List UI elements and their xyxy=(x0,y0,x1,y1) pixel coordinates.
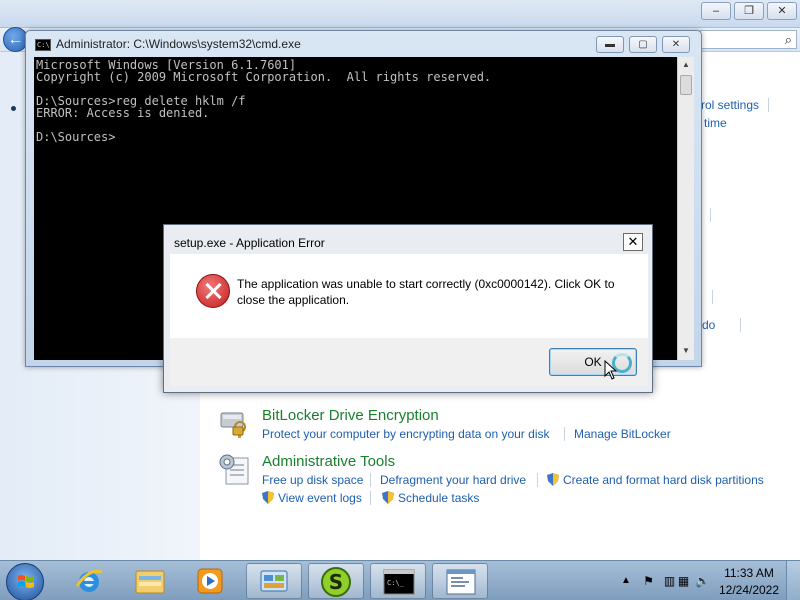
show-hidden-icons-button[interactable]: ▲ xyxy=(621,575,631,586)
peek-link-time[interactable]: time xyxy=(704,116,727,130)
media-player-icon xyxy=(197,568,223,594)
action-center-flag-icon[interactable]: ⚑ xyxy=(641,574,656,588)
svg-text:S: S xyxy=(329,570,343,594)
cmd-minimize-button[interactable]: ▬ xyxy=(596,36,624,53)
link-separator xyxy=(564,427,565,441)
dialog-body: The application was unable to start corr… xyxy=(170,254,648,338)
sidebar-bullet xyxy=(11,106,16,111)
cp-close-button[interactable]: ✕ xyxy=(767,2,797,20)
control-panel-titlebar: – ❐ ✕ xyxy=(0,0,800,28)
link-view-event-logs[interactable]: View event logs xyxy=(262,491,362,505)
cmd-maximize-button[interactable]: ▢ xyxy=(629,36,657,53)
error-message: The application was unable to start corr… xyxy=(237,277,615,307)
link-separator xyxy=(370,491,371,505)
application-error-dialog: setup.exe - Application Error ✕ The appl… xyxy=(163,224,653,393)
link-create-partitions-label: Create and format hard disk partitions xyxy=(563,473,764,487)
taskbar-cmd[interactable]: C:\_ xyxy=(370,563,426,599)
taskbar-app-s[interactable]: S xyxy=(308,563,364,599)
section-title-bitlocker[interactable]: BitLocker Drive Encryption xyxy=(262,407,439,424)
clock-date[interactable]: 12/24/2022 xyxy=(716,583,782,597)
link-create-partitions[interactable]: Create and format hard disk partitions xyxy=(547,473,764,487)
windows-logo-icon xyxy=(18,575,34,588)
cp-restore-button[interactable]: ❐ xyxy=(734,2,764,20)
link-separator xyxy=(740,318,741,332)
scroll-up-icon[interactable]: ▲ xyxy=(678,57,694,73)
setup-window-icon xyxy=(446,569,476,595)
control-panel-icon xyxy=(260,570,288,592)
cmd-icon: C:\_ xyxy=(383,569,415,595)
peek-link-control-settings[interactable]: rol settings xyxy=(701,98,759,112)
mouse-cursor-icon xyxy=(604,360,618,380)
start-button[interactable] xyxy=(6,563,44,600)
cp-minimize-button[interactable]: – xyxy=(701,2,731,20)
cmd-window-title: Administrator: C:\Windows\system32\cmd.e… xyxy=(56,37,301,51)
link-schedule-tasks[interactable]: Schedule tasks xyxy=(382,491,479,505)
section-title-admin-tools[interactable]: Administrative Tools xyxy=(262,453,395,470)
link-separator xyxy=(768,98,769,112)
admin-tools-icon xyxy=(219,454,249,485)
taskbar-control-panel[interactable] xyxy=(246,563,302,599)
taskbar: S C:\_ ▲ ⚑ ▥ ▦ 🔈 11:33 AM 12/24/2022 xyxy=(0,560,800,600)
network-icon[interactable]: ▦ xyxy=(676,574,691,588)
taskbar-setup-window[interactable] xyxy=(432,563,488,599)
link-schedule-tasks-label: Schedule tasks xyxy=(398,491,480,505)
uac-shield-icon xyxy=(382,491,394,504)
svg-text:C:\_: C:\_ xyxy=(387,579,405,587)
scroll-down-icon[interactable]: ▼ xyxy=(678,343,694,359)
taskbar-windows-explorer[interactable] xyxy=(122,563,178,599)
dialog-close-button[interactable]: ✕ xyxy=(623,233,643,251)
link-view-event-logs-label: View event logs xyxy=(278,491,362,505)
link-separator xyxy=(710,208,711,222)
peek-link-undo[interactable]: do xyxy=(702,318,715,332)
link-defragment[interactable]: Defragment your hard drive xyxy=(380,473,526,487)
search-input[interactable]: ⌕ xyxy=(700,30,797,49)
volume-muted-icon[interactable]: 🔈 xyxy=(695,574,710,588)
console-line: ERROR: Access is denied. xyxy=(36,106,210,120)
uac-shield-icon xyxy=(547,473,559,486)
uac-shield-icon xyxy=(262,491,274,504)
windows-explorer-icon xyxy=(135,570,165,594)
link-manage-bitlocker[interactable]: Manage BitLocker xyxy=(574,427,671,441)
error-icon xyxy=(196,274,230,308)
bitlocker-icon xyxy=(220,412,246,438)
link-separator xyxy=(370,473,371,487)
search-icon: ⌕ xyxy=(784,32,792,47)
cmd-close-button[interactable]: ✕ xyxy=(662,36,690,53)
taskbar-media-player[interactable] xyxy=(182,563,238,599)
cmd-scrollbar[interactable]: ▲ ▼ xyxy=(677,57,694,360)
cmd-icon: C:\ xyxy=(35,39,51,51)
taskbar-internet-explorer[interactable] xyxy=(62,563,118,599)
link-separator xyxy=(537,473,538,487)
scrollbar-thumb[interactable] xyxy=(680,75,692,95)
link-free-disk-space[interactable]: Free up disk space xyxy=(262,473,363,487)
console-line: Copyright (c) 2009 Microsoft Corporation… xyxy=(36,70,492,84)
internet-explorer-icon xyxy=(75,569,103,592)
clock-time[interactable]: 11:33 AM xyxy=(716,566,782,580)
link-separator xyxy=(712,290,713,304)
link-protect-computer[interactable]: Protect your computer by encrypting data… xyxy=(262,427,549,441)
dialog-title: setup.exe - Application Error xyxy=(174,236,325,250)
tray-app-icon[interactable]: ▥ xyxy=(662,574,677,588)
show-desktop-button[interactable] xyxy=(786,561,800,600)
app-s-icon: S xyxy=(321,567,351,597)
console-prompt: D:\Sources> xyxy=(36,130,116,144)
